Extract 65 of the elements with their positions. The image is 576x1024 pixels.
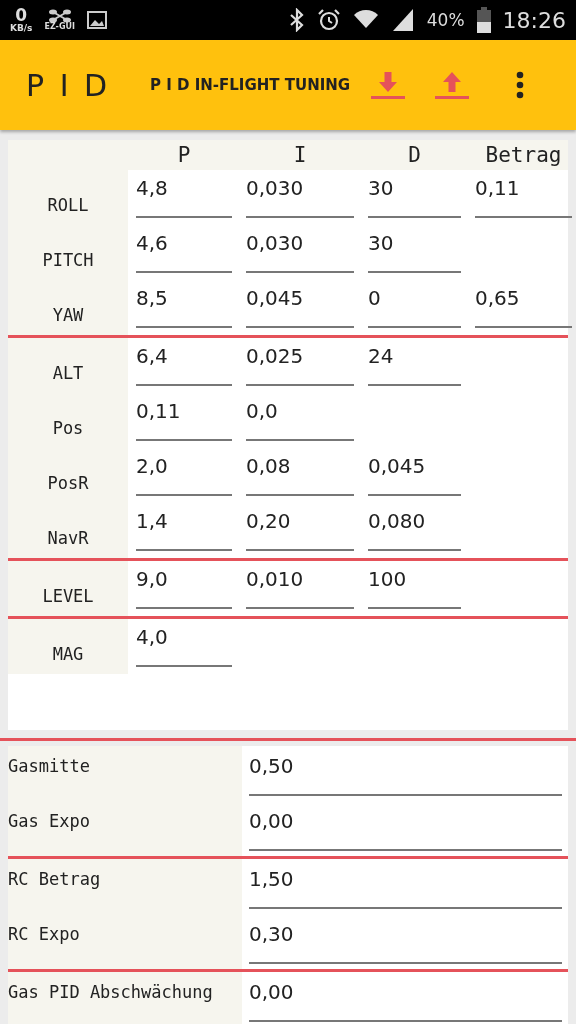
more-icon	[516, 71, 524, 99]
value-field[interactable]: 0,080	[368, 507, 461, 551]
value-field[interactable]: 0,20	[246, 507, 354, 551]
bluetooth-icon	[288, 8, 305, 32]
value-field[interactable]: 0,045	[246, 284, 354, 328]
image-icon	[86, 11, 107, 29]
column-header: P	[176, 143, 192, 167]
app-label: EZ-GUI	[44, 23, 75, 31]
column-header: I	[292, 143, 308, 167]
value-field[interactable]: 0,30	[249, 920, 562, 964]
value-field[interactable]: 4,8	[136, 174, 232, 218]
row-label: LEVEL	[42, 585, 94, 606]
value-field[interactable]: 0,65	[475, 284, 572, 328]
value-field[interactable]: 0,11	[475, 174, 572, 218]
value-field[interactable]: 0,50	[249, 752, 562, 796]
battery-percent: 40%	[426, 10, 465, 30]
value-field[interactable]: 0,030	[246, 174, 354, 218]
value-field[interactable]: 24	[368, 342, 461, 386]
value-field[interactable]: 100	[368, 565, 461, 609]
value-field[interactable]: 1,50	[249, 865, 562, 909]
value-field[interactable]: 6,4	[136, 342, 232, 386]
row-label: ROLL	[47, 194, 89, 215]
row-label: PosR	[47, 472, 89, 493]
value-field[interactable]: 4,6	[136, 229, 232, 273]
column-header: Betrag	[484, 143, 563, 167]
setting-label: RC Betrag	[8, 869, 101, 889]
row-label: ALT	[52, 362, 84, 383]
speed-unit: KB/s	[10, 24, 33, 33]
value-field[interactable]: 0,11	[136, 397, 232, 441]
value-field[interactable]: 4,0	[136, 623, 232, 667]
value-field[interactable]: 8,5	[136, 284, 232, 328]
value-field[interactable]: 2,0	[136, 452, 232, 496]
value-field[interactable]: 0,045	[368, 452, 461, 496]
setting-label: Gasmitte	[8, 756, 90, 776]
drone-icon	[47, 9, 72, 23]
setting-label: Gas Expo	[8, 811, 90, 831]
row-label: MAG	[52, 643, 84, 664]
value-field[interactable]: 0	[368, 284, 461, 328]
value-field[interactable]: 30	[368, 229, 461, 273]
screen-subtitle: P I D IN-FLIGHT TUNING	[150, 76, 352, 94]
screen-title: P I D	[26, 67, 112, 103]
download-icon	[371, 70, 405, 100]
setting-label: RC Expo	[8, 924, 80, 944]
row-label: Pos	[52, 417, 84, 438]
value-field[interactable]: 0,00	[249, 978, 562, 1022]
value-field[interactable]: 0,030	[246, 229, 354, 273]
clock-time: 18:26	[502, 7, 566, 33]
setting-label: Gas PID Abschwächung	[8, 982, 213, 1002]
value-field[interactable]: 0,0	[246, 397, 354, 441]
battery-icon	[476, 7, 491, 33]
value-field[interactable]: 9,0	[136, 565, 232, 609]
row-label: PITCH	[42, 249, 94, 270]
alarm-clock-icon	[316, 8, 341, 32]
value-field[interactable]: 0,025	[246, 342, 354, 386]
value-field[interactable]: 1,4	[136, 507, 232, 551]
value-field[interactable]: 0,08	[246, 452, 354, 496]
value-field[interactable]: 0,00	[249, 807, 562, 851]
value-field[interactable]: 0,010	[246, 565, 354, 609]
value-field[interactable]: 30	[368, 174, 461, 218]
upload-icon	[435, 70, 469, 100]
row-label: NavR	[47, 527, 89, 548]
network-speed: 0	[15, 7, 28, 24]
signal-icon	[390, 9, 415, 31]
row-label: YAW	[52, 304, 84, 325]
column-header: D	[407, 143, 422, 167]
